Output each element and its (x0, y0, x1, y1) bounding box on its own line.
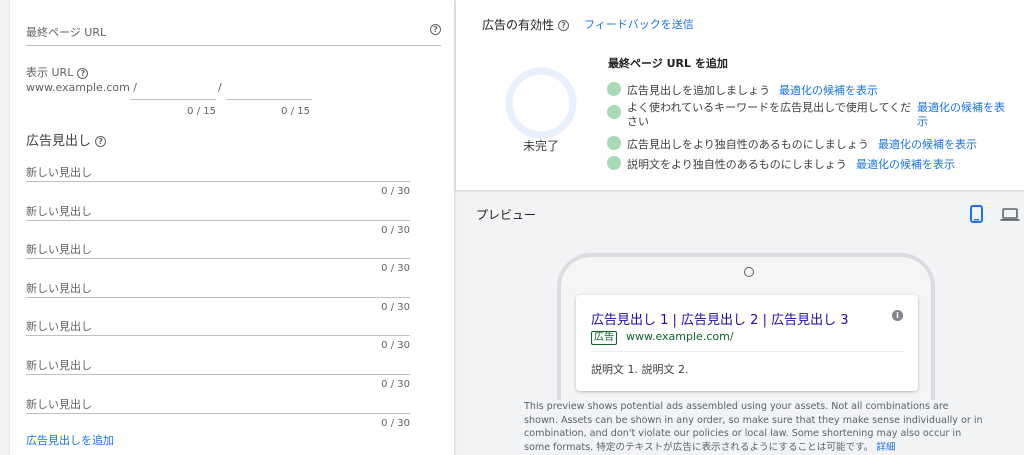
headline-input[interactable]: 新しい見出し (26, 355, 410, 375)
help-icon[interactable]: ? (430, 22, 441, 35)
suggestion-link[interactable]: 最適化の候補を表示 (878, 136, 977, 152)
suggestion-item: 広告見出しを追加しましょう 最適化の候補を表示 (607, 82, 1017, 98)
headline-input[interactable]: 新しい見出し (26, 162, 410, 182)
ad-preview-card: 広告見出し 1 | 広告見出し 2 | 広告見出し 3 i 広告 www.exa… (576, 295, 918, 391)
help-icon[interactable]: ? (77, 67, 89, 79)
suggestions-title: 最終ページ URL を追加 (608, 57, 728, 70)
suggestion-text: 説明文をより独自性のあるものにしましょう (627, 158, 847, 171)
divider (591, 351, 903, 352)
path2-input[interactable] (226, 80, 312, 100)
display-url-label: 表示 URL? (26, 64, 89, 80)
path-separator: / (218, 81, 222, 94)
headline-row: 新しい見出し 0 / 30 (26, 152, 410, 197)
ad-display-url: www.example.com/ (626, 330, 734, 343)
headline-input[interactable]: 新しい見出し (26, 316, 410, 337)
ad-strength-title: 広告の有効性? (482, 16, 570, 33)
strength-ring (505, 67, 577, 139)
suggestion-item: よく使われているキーワードを広告見出しで使用してください 最適化の候補を表示 (607, 101, 1017, 131)
info-icon[interactable]: i (892, 310, 903, 321)
path2-counter: 0 / 15 (281, 106, 310, 117)
headline-counter: 0 / 30 (381, 417, 410, 429)
desktop-icon[interactable] (1000, 207, 1020, 223)
headline-input[interactable]: 新しい見出し (26, 394, 410, 414)
path1-counter: 0 / 15 (187, 106, 216, 117)
learn-more-link[interactable]: 詳細 (876, 442, 895, 453)
suggestion-dot-icon (607, 156, 621, 170)
feedback-link[interactable]: フィードバックを送信 (584, 16, 694, 32)
headline-input[interactable]: 新しい見出し (26, 201, 410, 221)
suggestion-text: 広告見出しを追加しましょう (627, 84, 770, 97)
preview-disclaimer: This preview shows potential ads assembl… (524, 400, 984, 455)
suggestion-link[interactable]: 最適化の候補を表示 (856, 156, 955, 172)
disclaimer-text: This preview shows potential ads assembl… (524, 401, 983, 453)
display-url-base: www.example.com / (26, 81, 138, 94)
suggestion-dot-icon (607, 105, 621, 119)
suggestion-link[interactable]: 最適化の候補を表示 (779, 82, 878, 98)
suggestion-dot-icon (607, 82, 621, 96)
suggestion-text: よく使われているキーワードを広告見出しで使用してください (627, 101, 912, 128)
ad-description: 説明文 1. 説明文 2. (591, 363, 689, 376)
final-url-input[interactable]: 最終ページ URL ? (26, 14, 441, 46)
path1-input[interactable] (130, 80, 216, 100)
preview-title: プレビュー (476, 208, 537, 222)
ad-headline[interactable]: 広告見出し 1 | 広告見出し 2 | 広告見出し 3 (591, 309, 849, 328)
headline-input[interactable]: 新しい見出し (26, 278, 410, 298)
mobile-icon[interactable] (970, 205, 983, 223)
phone-camera-icon (744, 267, 754, 277)
suggestion-item: 説明文をより独自性のあるものにしましょう 最適化の候補を表示 (607, 156, 1017, 172)
suggestion-dot-icon (607, 136, 621, 150)
headline-row: 新しい見出し 0 / 30 (26, 268, 410, 313)
suggestion-link[interactable]: 最適化の候補を表示 (917, 101, 1012, 129)
suggestion-text: 広告見出しをより独自性のあるものにしましょう (627, 138, 869, 151)
headline-row: 新しい見出し 0 / 30 (26, 345, 410, 390)
headline-input[interactable]: 新しい見出し (26, 239, 410, 260)
add-headline-link[interactable]: 広告見出しを追加 (26, 432, 114, 448)
headline-row: 新しい見出し 0 / 30 (26, 384, 410, 429)
headline-row: 新しい見出し 0 / 30 (26, 229, 410, 274)
help-icon[interactable]: ? (95, 136, 107, 147)
final-url-placeholder: 最終ページ URL (26, 26, 107, 39)
headline-row: 新しい見出し 0 / 30 (26, 191, 410, 236)
help-icon[interactable]: ? (558, 20, 570, 31)
ad-strength-card: 広告の有効性? フィードバックを送信 未完了 最終ページ URL を追加 広告見… (456, 0, 1024, 190)
strength-status: 未完了 (522, 139, 559, 153)
suggestion-item: 広告見出しをより独自性のあるものにしましょう 最適化の候補を表示 (607, 136, 1017, 152)
headline-list: 新しい見出し 0 / 30 新しい見出し 0 / 30 新しい見出し 0 / 3… (26, 152, 410, 429)
headline-row: 新しい見出し 0 / 30 (26, 306, 410, 351)
ad-badge: 広告 (591, 331, 617, 345)
headlines-title: 広告見出し? (26, 130, 107, 149)
ad-form-panel: 最終ページ URL ? 表示 URL? www.example.com / / … (10, 0, 455, 455)
